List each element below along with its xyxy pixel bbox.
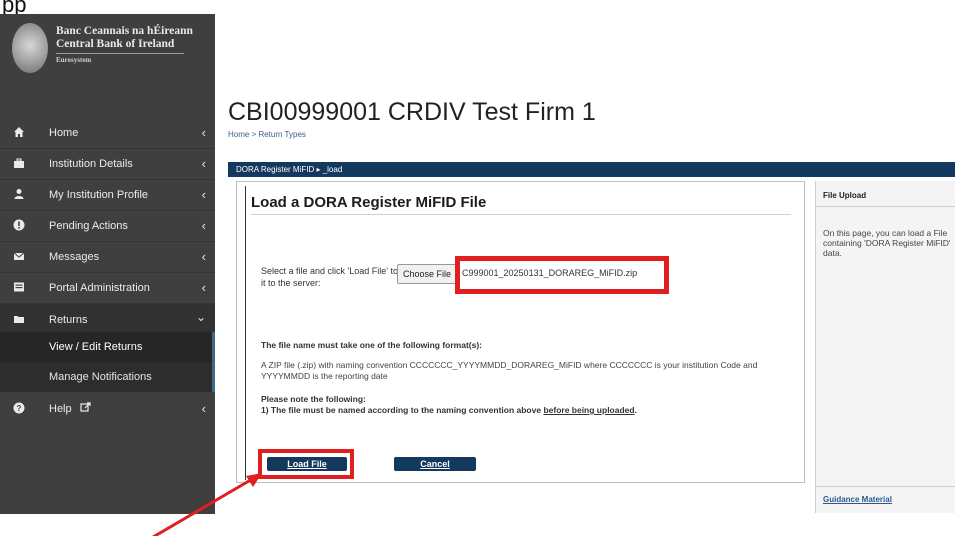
annotation-arrow-icon	[151, 473, 262, 536]
